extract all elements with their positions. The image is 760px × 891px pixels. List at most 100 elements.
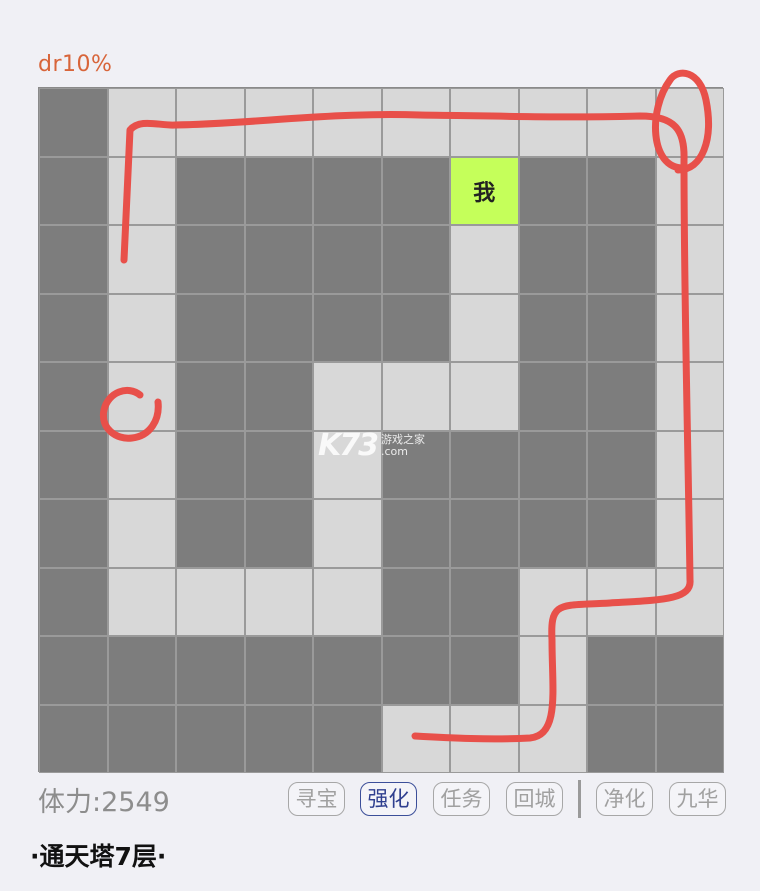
jiuhua-button[interactable]: 九华 — [669, 782, 726, 816]
wall-tile — [39, 362, 108, 431]
path-tile[interactable] — [244, 567, 313, 636]
wall-tile — [244, 499, 313, 568]
wall-tile — [244, 225, 313, 294]
wall-tile — [518, 293, 587, 362]
path-tile[interactable] — [518, 88, 587, 157]
path-tile[interactable] — [107, 362, 176, 431]
wall-tile — [176, 293, 245, 362]
path-tile[interactable] — [107, 567, 176, 636]
wall-tile — [176, 430, 245, 499]
player-tile[interactable]: 我 — [450, 156, 519, 225]
wall-tile — [518, 225, 587, 294]
wall-tile — [587, 704, 656, 773]
wall-tile — [381, 293, 450, 362]
wall-tile — [244, 636, 313, 705]
path-tile[interactable] — [381, 704, 450, 773]
path-tile[interactable] — [655, 430, 724, 499]
path-tile[interactable] — [655, 567, 724, 636]
wall-tile — [587, 636, 656, 705]
path-tile[interactable] — [655, 88, 724, 157]
wall-tile — [450, 567, 519, 636]
wall-tile — [244, 430, 313, 499]
path-tile[interactable] — [107, 430, 176, 499]
path-tile[interactable] — [313, 499, 382, 568]
wall-tile — [313, 225, 382, 294]
button-divider — [578, 780, 581, 818]
path-tile[interactable] — [381, 362, 450, 431]
wall-tile — [39, 225, 108, 294]
path-tile[interactable] — [655, 156, 724, 225]
purify-button[interactable]: 净化 — [596, 782, 653, 816]
drop-rate-label: dr10% — [38, 52, 113, 77]
wall-tile — [313, 156, 382, 225]
wall-tile — [587, 225, 656, 294]
path-tile[interactable] — [518, 567, 587, 636]
wall-tile — [39, 156, 108, 225]
floor-title: ·通天塔7层· — [30, 842, 167, 871]
path-tile[interactable] — [518, 704, 587, 773]
wall-tile — [313, 636, 382, 705]
wall-tile — [244, 362, 313, 431]
path-tile[interactable] — [107, 225, 176, 294]
stamina-label: 体力:2549 — [38, 787, 170, 818]
wall-tile — [381, 567, 450, 636]
quest-button[interactable]: 任务 — [433, 782, 490, 816]
path-tile[interactable] — [450, 362, 519, 431]
path-tile[interactable] — [450, 88, 519, 157]
path-tile[interactable] — [176, 567, 245, 636]
wall-tile — [244, 293, 313, 362]
wall-tile — [587, 499, 656, 568]
path-tile[interactable] — [176, 88, 245, 157]
watermark-logo: K73 — [318, 428, 379, 463]
wall-tile — [655, 636, 724, 705]
path-tile[interactable] — [107, 156, 176, 225]
wall-tile — [244, 156, 313, 225]
path-tile[interactable] — [450, 225, 519, 294]
path-tile[interactable] — [244, 88, 313, 157]
path-tile[interactable] — [107, 293, 176, 362]
wall-tile — [381, 636, 450, 705]
watermark-line2: .com — [381, 444, 408, 458]
wall-tile — [176, 499, 245, 568]
wall-tile — [587, 293, 656, 362]
wall-tile — [313, 293, 382, 362]
treasure-button[interactable]: 寻宝 — [288, 782, 345, 816]
path-tile[interactable] — [655, 499, 724, 568]
path-tile[interactable] — [655, 225, 724, 294]
wall-tile — [518, 430, 587, 499]
path-tile[interactable] — [655, 362, 724, 431]
path-tile[interactable] — [107, 499, 176, 568]
wall-tile — [450, 499, 519, 568]
wall-tile — [587, 430, 656, 499]
wall-tile — [176, 704, 245, 773]
wall-tile — [176, 225, 245, 294]
wall-tile — [107, 704, 176, 773]
wall-tile — [39, 499, 108, 568]
watermark-text: 游戏之家 .com — [381, 433, 425, 458]
wall-tile — [39, 88, 108, 157]
path-tile[interactable] — [381, 88, 450, 157]
path-tile[interactable] — [587, 567, 656, 636]
wall-tile — [381, 225, 450, 294]
wall-tile — [450, 430, 519, 499]
wall-tile — [313, 704, 382, 773]
path-tile[interactable] — [587, 88, 656, 157]
wall-tile — [39, 293, 108, 362]
return-city-button[interactable]: 回城 — [506, 782, 563, 816]
path-tile[interactable] — [450, 293, 519, 362]
path-tile[interactable] — [313, 567, 382, 636]
path-tile[interactable] — [313, 362, 382, 431]
wall-tile — [176, 636, 245, 705]
path-tile[interactable] — [313, 88, 382, 157]
wall-tile — [176, 362, 245, 431]
path-tile[interactable] — [655, 293, 724, 362]
wall-tile — [39, 430, 108, 499]
enhance-button[interactable]: 强化 — [360, 782, 417, 816]
wall-tile — [39, 567, 108, 636]
path-tile[interactable] — [450, 704, 519, 773]
path-tile[interactable] — [518, 636, 587, 705]
wall-tile — [518, 499, 587, 568]
wall-tile — [176, 156, 245, 225]
path-tile[interactable] — [107, 88, 176, 157]
watermark: K73 游戏之家 .com — [318, 428, 425, 463]
